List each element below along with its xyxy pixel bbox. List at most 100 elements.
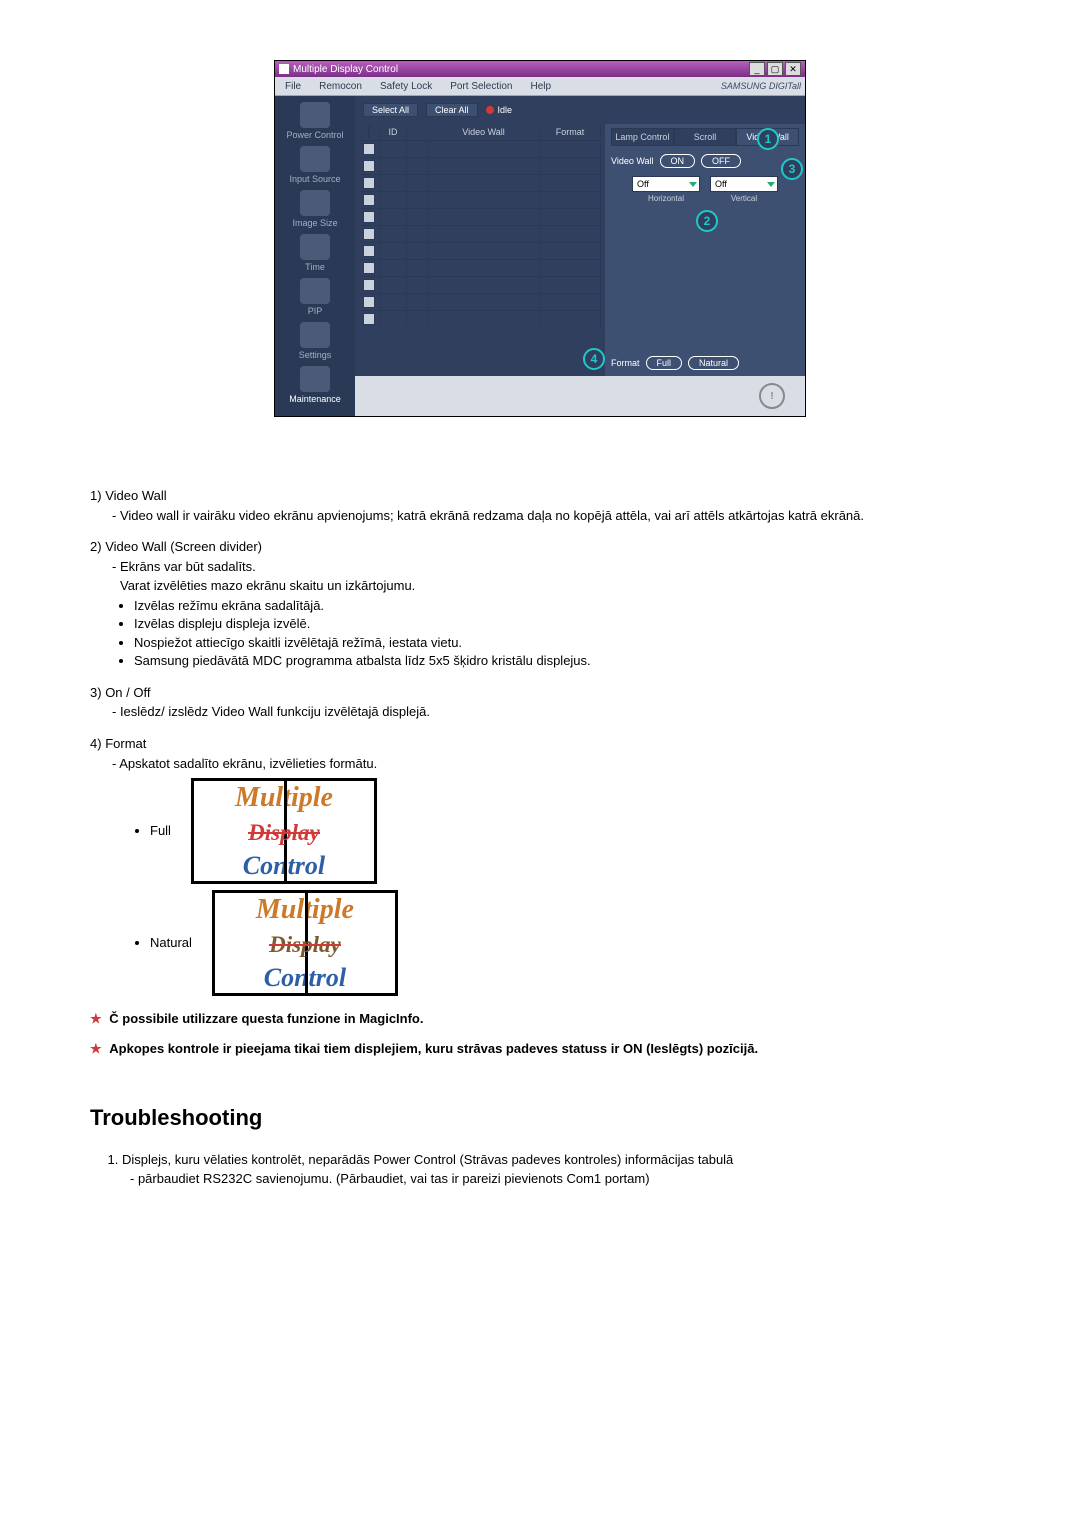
troubleshooting-heading: Troubleshooting	[90, 1103, 990, 1133]
row-checkbox[interactable]	[363, 313, 375, 325]
tab-lamp-control[interactable]: Lamp Control	[611, 128, 674, 146]
col-id: ID	[380, 127, 407, 137]
col-check[interactable]	[359, 127, 380, 137]
row-checkbox[interactable]	[363, 228, 375, 240]
table-row[interactable]	[359, 259, 601, 276]
menu-help[interactable]: Help	[524, 81, 557, 92]
table-row[interactable]	[359, 208, 601, 225]
pip-icon	[300, 278, 330, 304]
natural-button[interactable]: Natural	[688, 356, 739, 370]
format-label: Format	[611, 358, 640, 368]
doc-item-4: 4) Format - Apskatot sadalīto ekrānu, iz…	[90, 735, 990, 996]
table-row[interactable]	[359, 276, 601, 293]
off-button[interactable]: OFF	[701, 154, 741, 168]
table-row[interactable]	[359, 242, 601, 259]
table-row[interactable]	[359, 140, 601, 157]
maximize-icon[interactable]: ▢	[767, 62, 783, 76]
warning-icon: !	[759, 383, 785, 409]
sidebar-item-image-size[interactable]: Image Size	[275, 190, 355, 228]
format-full-label: Full	[150, 822, 171, 840]
vertical-select[interactable]: Off	[710, 176, 778, 192]
image-size-icon	[300, 190, 330, 216]
format-natural-label: Natural	[150, 934, 192, 952]
settings-panel: 1 3 2 4 Lamp Control Scroll Video Wall V…	[605, 124, 805, 376]
full-button[interactable]: Full	[646, 356, 683, 370]
menu-port-selection[interactable]: Port Selection	[444, 81, 518, 92]
table-row[interactable]	[359, 225, 601, 242]
callout-4-icon: 4	[583, 348, 605, 370]
sidebar-item-settings[interactable]: Settings	[275, 322, 355, 360]
tab-scroll[interactable]: Scroll	[674, 128, 737, 146]
sidebar-item-power-control[interactable]: Power Control	[275, 102, 355, 140]
star-icon: ★	[90, 1041, 102, 1056]
format-full-diagram: Multiple Display Control	[191, 778, 377, 884]
on-button[interactable]: ON	[660, 154, 696, 168]
list-item: Izvēlas režīmu ekrāna sadalītājā.	[134, 597, 990, 615]
sidebar-item-time[interactable]: Time	[275, 234, 355, 272]
chevron-down-icon	[689, 182, 697, 187]
sidebar-item-input-source[interactable]: Input Source	[275, 146, 355, 184]
table-row[interactable]	[359, 174, 601, 191]
table-row[interactable]	[359, 157, 601, 174]
col-format: Format	[540, 127, 601, 137]
menu-remocon[interactable]: Remocon	[313, 81, 368, 92]
power-icon	[300, 102, 330, 128]
title: Multiple Display Control	[293, 64, 398, 75]
row-checkbox[interactable]	[363, 245, 375, 257]
list-item: Nospiežot attiecīgo skaitli izvēlētajā r…	[134, 634, 990, 652]
input-icon	[300, 146, 330, 172]
close-icon[interactable]: ✕	[785, 62, 801, 76]
list-item: Samsung piedāvātā MDC programma atbalsta…	[134, 652, 990, 670]
row-checkbox[interactable]	[363, 143, 375, 155]
minimize-icon[interactable]: _	[749, 62, 765, 76]
row-checkbox[interactable]	[363, 211, 375, 223]
ts-item-1: Displejs, kuru vēlaties kontrolēt, nepar…	[122, 1151, 990, 1188]
menu-safety-lock[interactable]: Safety Lock	[374, 81, 438, 92]
horizontal-select[interactable]: Off	[632, 176, 700, 192]
sidebar-item-maintenance[interactable]: Maintenance	[275, 366, 355, 404]
titlebar: Multiple Display Control _ ▢ ✕	[275, 61, 805, 77]
video-wall-label: Video Wall	[611, 156, 654, 166]
note-2: ★ Apkopes kontrole ir pieejama tikai tie…	[90, 1040, 990, 1058]
callout-3-icon: 3	[781, 158, 803, 180]
clear-all-button[interactable]: Clear All	[426, 103, 478, 117]
doc-body: 1) Video Wall - Video wall ir vairāku vi…	[90, 487, 990, 1188]
note-1: ★ Č possibile utilizzare questa funzione…	[90, 1010, 990, 1028]
brand-text: SAMSUNG DIGITall	[721, 81, 801, 91]
row-checkbox[interactable]	[363, 177, 375, 189]
col-video-wall: Video Wall	[428, 127, 540, 137]
row-checkbox[interactable]	[363, 194, 375, 206]
table-row[interactable]	[359, 191, 601, 208]
footer: !	[355, 376, 805, 416]
row-checkbox[interactable]	[363, 279, 375, 291]
doc-item-2: 2) Video Wall (Screen divider) - Ekrāns …	[90, 538, 990, 670]
sidebar-item-pip[interactable]: PIP	[275, 278, 355, 316]
toolbar: Select All Clear All Idle	[355, 96, 805, 124]
horizontal-label: Horizontal	[648, 194, 684, 203]
table-row[interactable]	[359, 293, 601, 310]
menu-file[interactable]: File	[279, 81, 307, 92]
display-table: ID Video Wall Format	[355, 124, 605, 376]
row-checkbox[interactable]	[363, 296, 375, 308]
chevron-down-icon	[767, 182, 775, 187]
select-all-button[interactable]: Select All	[363, 103, 418, 117]
status-idle: Idle	[486, 105, 513, 115]
gear-icon	[300, 322, 330, 348]
callout-2-icon: 2	[696, 210, 718, 232]
app-window: Multiple Display Control _ ▢ ✕ File Remo…	[274, 60, 806, 417]
row-checkbox[interactable]	[363, 160, 375, 172]
table-row[interactable]	[359, 310, 601, 327]
sidebar: Power Control Input Source Image Size Ti…	[275, 96, 355, 416]
time-icon	[300, 234, 330, 260]
row-checkbox[interactable]	[363, 262, 375, 274]
doc-item-1: 1) Video Wall - Video wall ir vairāku vi…	[90, 487, 990, 524]
doc-item-3: 3) On / Off - Ieslēdz/ izslēdz Video Wal…	[90, 684, 990, 721]
format-natural-diagram: Multiple Display Control	[212, 890, 398, 996]
maintenance-icon	[300, 366, 330, 392]
star-icon: ★	[90, 1011, 102, 1026]
callout-1-icon: 1	[757, 128, 779, 150]
status-dot-icon	[486, 106, 494, 114]
app-icon	[279, 64, 289, 74]
vertical-label: Vertical	[731, 194, 757, 203]
list-item: Izvēlas displeju displeja izvēlē.	[134, 615, 990, 633]
